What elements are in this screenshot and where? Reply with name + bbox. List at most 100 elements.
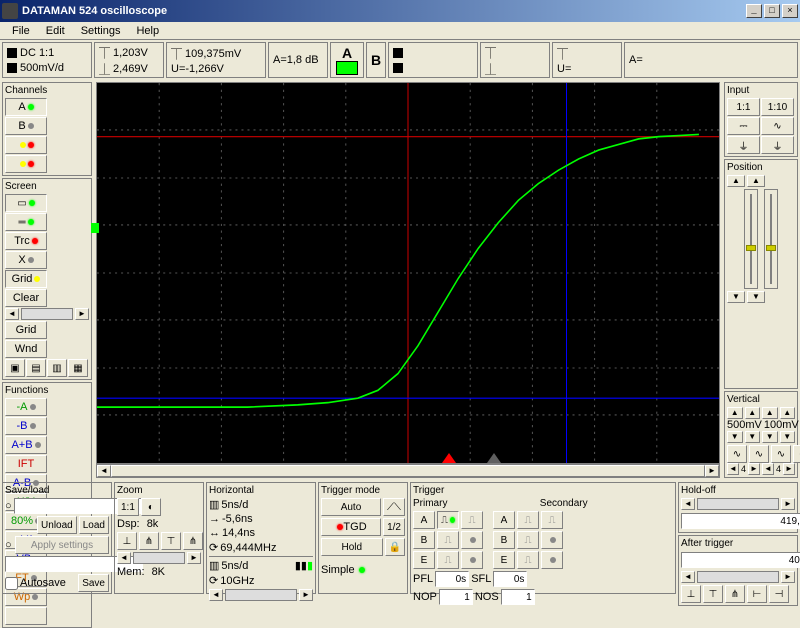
at-mode5[interactable]: ⊣ xyxy=(769,585,789,603)
coupling-gnd-button[interactable]: ⏚ xyxy=(727,136,760,154)
trigP-B-edge2[interactable] xyxy=(461,531,483,549)
trigS-A[interactable]: A xyxy=(493,511,515,529)
holdoff-input[interactable] xyxy=(681,513,800,529)
apply-settings-button[interactable]: Apply settings xyxy=(15,536,109,554)
screen-sub1[interactable]: ▣ xyxy=(5,359,25,377)
channel-a-button[interactable]: A xyxy=(5,98,47,116)
wave2-icon[interactable]: ∿ xyxy=(749,445,769,463)
close-button[interactable]: × xyxy=(782,4,798,18)
right-arrow-button[interactable]: ► xyxy=(75,308,89,320)
screen-mode2-button[interactable]: ═ xyxy=(5,213,47,231)
trigS-B[interactable]: B xyxy=(493,531,515,549)
screen-sub3[interactable]: ▥ xyxy=(47,359,67,377)
trigS-E-edge2[interactable] xyxy=(541,551,563,569)
fn-aplusb[interactable]: A+B xyxy=(5,436,47,454)
grid-scrollbar[interactable] xyxy=(21,308,73,320)
v4r[interactable]: ► xyxy=(748,463,760,475)
fn-minus-a[interactable]: -A xyxy=(5,398,47,416)
zoom-tool2[interactable]: ⋔ xyxy=(139,532,159,550)
trc-button[interactable]: Trc xyxy=(5,232,47,250)
fn-ift[interactable]: IFT xyxy=(5,455,47,473)
lock-button[interactable]: 🔒 xyxy=(385,538,405,556)
zoom-ratio-button[interactable]: 1:1 xyxy=(117,498,139,516)
zoom-tool4[interactable]: ⋔ xyxy=(183,532,203,550)
position-b-slider[interactable] xyxy=(764,189,778,289)
posA-up[interactable]: ▲ xyxy=(727,175,745,187)
zoom-left[interactable]: ◄ xyxy=(117,552,131,564)
oscilloscope-display[interactable] xyxy=(96,82,720,464)
trigP-A[interactable]: A xyxy=(413,511,435,529)
menu-help[interactable]: Help xyxy=(128,23,167,39)
menu-edit[interactable]: Edit xyxy=(38,23,73,39)
vB-up[interactable]: ▲ xyxy=(762,407,778,419)
trigP-B[interactable]: B xyxy=(413,531,435,549)
grid2-button[interactable]: Grid xyxy=(5,321,47,339)
grid-button[interactable]: Grid xyxy=(5,270,47,288)
trigS-A-edge2[interactable]: ⎍ xyxy=(541,511,563,529)
load-button[interactable]: Load xyxy=(79,516,109,534)
vA-up2[interactable]: ▲ xyxy=(745,407,761,419)
v4l[interactable]: ◄ xyxy=(727,463,739,475)
tgd-button[interactable]: TGD xyxy=(321,518,381,536)
half-button[interactable]: 1/2 xyxy=(383,518,405,536)
wave3-icon[interactable]: ∿ xyxy=(771,445,791,463)
sfl-input[interactable] xyxy=(493,571,527,587)
at-mode4[interactable]: ⊢ xyxy=(747,585,767,603)
trigP-B-edge[interactable]: ⎍ xyxy=(437,531,459,549)
vB-dn2[interactable]: ▼ xyxy=(780,431,796,443)
wave1-icon[interactable]: ∿ xyxy=(727,445,747,463)
nos-input[interactable] xyxy=(501,589,535,605)
minimize-button[interactable]: _ xyxy=(746,4,762,18)
position-a-slider[interactable] xyxy=(744,189,758,289)
chB-ind[interactable] xyxy=(5,155,47,173)
trigger-marker-icon[interactable] xyxy=(442,453,456,463)
trigP-A-edge[interactable]: ⎍ xyxy=(437,511,459,529)
ratio-11-button[interactable]: 1:1 xyxy=(727,98,760,116)
h-left[interactable]: ◄ xyxy=(209,589,223,601)
at-left[interactable]: ◄ xyxy=(681,571,695,583)
ho-scrollbar[interactable] xyxy=(697,498,779,510)
trigS-E-edge[interactable]: ⎍ xyxy=(517,551,539,569)
at-mode1[interactable]: ⊥ xyxy=(681,585,701,603)
vA-dn2[interactable]: ▼ xyxy=(745,431,761,443)
trigP-E-edge2[interactable] xyxy=(461,551,483,569)
trigS-A-edge[interactable]: ⎍ xyxy=(517,511,539,529)
zoom-tool3[interactable]: ⊤ xyxy=(161,532,181,550)
fn-minus-b[interactable]: -B xyxy=(5,417,47,435)
screen-mode1-button[interactable]: ▭ xyxy=(5,194,47,212)
trigP-E[interactable]: E xyxy=(413,551,435,569)
v4l2[interactable]: ◄ xyxy=(762,463,774,475)
menu-file[interactable]: File xyxy=(4,23,38,39)
scope-scrollbar[interactable]: ◄ ► xyxy=(96,464,720,478)
posA-down[interactable]: ▼ xyxy=(727,291,745,303)
x-button[interactable]: X xyxy=(5,251,47,269)
coupling-gnd2-button[interactable]: ⏚ xyxy=(761,136,794,154)
at-scrollbar[interactable] xyxy=(697,571,779,583)
scroll-left-button[interactable]: ◄ xyxy=(97,465,111,477)
trigS-B-edge2[interactable] xyxy=(541,531,563,549)
autosave-checkbox[interactable] xyxy=(5,577,18,590)
left-arrow-button[interactable]: ◄ xyxy=(5,308,19,320)
chA-ind[interactable] xyxy=(5,136,47,154)
h-scrollbar[interactable] xyxy=(225,589,297,601)
posB-down[interactable]: ▼ xyxy=(747,291,765,303)
zoom-tool1[interactable]: ⊥ xyxy=(117,532,137,550)
zoom-right[interactable]: ► xyxy=(187,552,201,564)
vA-dn[interactable]: ▼ xyxy=(727,431,743,443)
scroll-right-button[interactable]: ► xyxy=(705,465,719,477)
menu-settings[interactable]: Settings xyxy=(73,23,129,39)
maximize-button[interactable]: □ xyxy=(764,4,780,18)
vB-up2[interactable]: ▲ xyxy=(780,407,796,419)
posB-up[interactable]: ▲ xyxy=(747,175,765,187)
coupling-dc-button[interactable]: ⎓ xyxy=(727,117,760,135)
slope-button[interactable]: ⟋⟍ xyxy=(383,498,405,516)
trigS-B-edge[interactable]: ⎍ xyxy=(517,531,539,549)
coupling-ac-button[interactable]: ∿ xyxy=(761,117,794,135)
nop-input[interactable] xyxy=(439,589,473,605)
vB-dn[interactable]: ▼ xyxy=(762,431,778,443)
zoom-scrollbar[interactable] xyxy=(133,552,185,564)
at-right[interactable]: ► xyxy=(781,571,795,583)
v4r2[interactable]: ► xyxy=(783,463,795,475)
channel-b-button[interactable]: B xyxy=(5,117,47,135)
hold-button[interactable]: Hold xyxy=(321,538,383,556)
